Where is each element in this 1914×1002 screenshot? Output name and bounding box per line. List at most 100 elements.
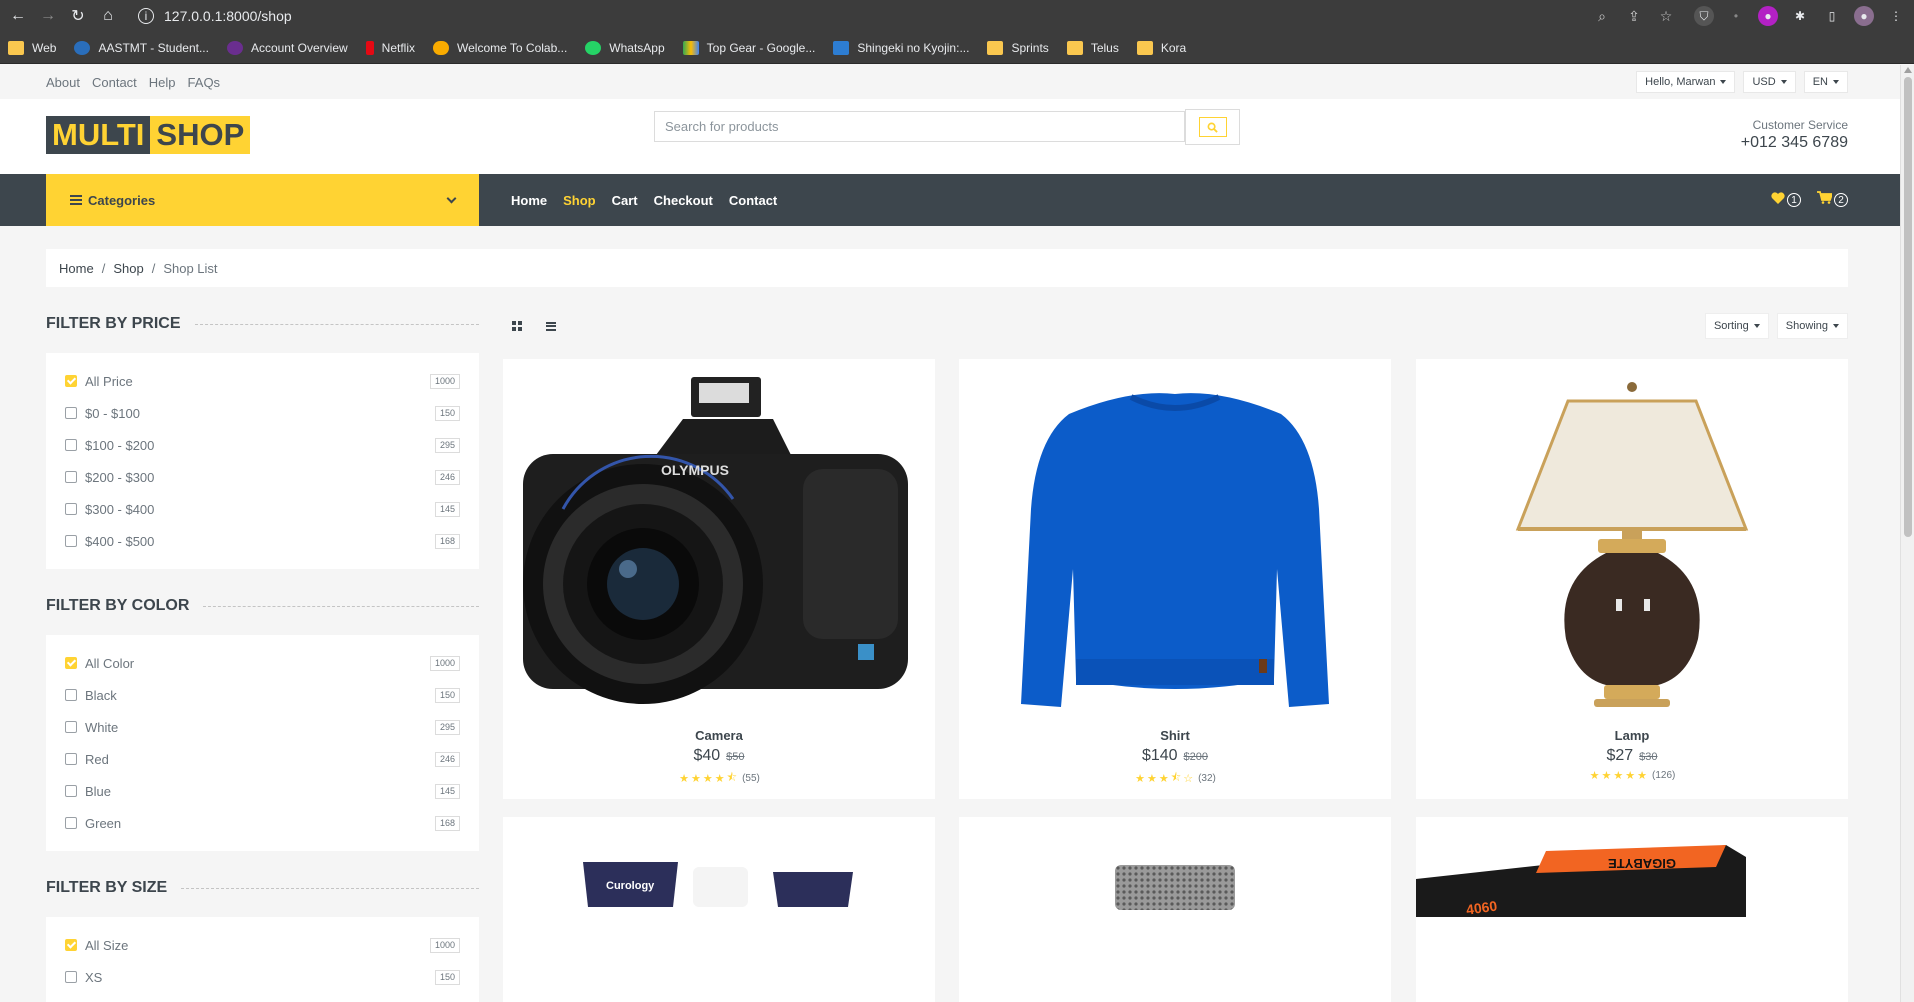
- account-dropdown[interactable]: Hello, Marwan: [1636, 71, 1736, 93]
- bookmark-aastmt[interactable]: AASTMT - Student...: [74, 40, 209, 55]
- product-image-camera[interactable]: OLYMPUS: [503, 359, 935, 719]
- size-option[interactable]: All Size 1000: [65, 929, 460, 961]
- breadcrumb-shop[interactable]: Shop: [113, 261, 143, 276]
- checkbox[interactable]: [65, 817, 77, 829]
- bookmark-shingeki[interactable]: Shingeki no Kyojin:...: [833, 40, 969, 55]
- price-option[interactable]: $0 - $100 150: [65, 397, 460, 429]
- side-panel-icon[interactable]: ▯: [1822, 6, 1842, 26]
- checkbox[interactable]: [65, 785, 77, 797]
- checkbox[interactable]: [65, 939, 77, 951]
- bookmark-kora[interactable]: Kora: [1136, 40, 1186, 55]
- search-button[interactable]: [1185, 109, 1240, 145]
- checkbox[interactable]: [65, 375, 77, 387]
- showing-dropdown[interactable]: Showing: [1776, 313, 1848, 339]
- checkbox[interactable]: [65, 657, 77, 669]
- price-option[interactable]: $100 - $200 295: [65, 429, 460, 461]
- bookmark-colab[interactable]: Welcome To Colab...: [433, 40, 567, 55]
- bookmark-topgear[interactable]: Top Gear - Google...: [682, 40, 815, 55]
- nav-home[interactable]: Home: [511, 193, 547, 208]
- product-name[interactable]: Shirt: [959, 728, 1391, 743]
- color-option[interactable]: Black 150: [65, 679, 460, 711]
- top-link-faqs[interactable]: FAQs: [188, 75, 221, 90]
- zoom-icon[interactable]: ⌕: [1594, 8, 1610, 24]
- site-info-icon[interactable]: i: [138, 8, 154, 24]
- scroll-up-icon[interactable]: [1904, 67, 1912, 73]
- language-dropdown[interactable]: EN: [1803, 71, 1848, 93]
- checkbox[interactable]: [65, 753, 77, 765]
- product-card[interactable]: Curology: [503, 817, 935, 1002]
- color-option[interactable]: White 295: [65, 711, 460, 743]
- nav-cart[interactable]: Cart: [612, 193, 638, 208]
- menu-kebab-icon[interactable]: ⋮: [1886, 6, 1906, 26]
- checkbox[interactable]: [65, 689, 77, 701]
- list-view-button[interactable]: [537, 313, 565, 339]
- sorting-dropdown[interactable]: Sorting: [1704, 313, 1769, 339]
- cart-button[interactable]: 2: [1817, 191, 1848, 209]
- color-option[interactable]: Red 246: [65, 743, 460, 775]
- top-link-help[interactable]: Help: [149, 75, 176, 90]
- checkbox[interactable]: [65, 471, 77, 483]
- page-scrollbar[interactable]: [1900, 65, 1914, 1002]
- search-input[interactable]: [654, 111, 1185, 142]
- top-link-contact[interactable]: Contact: [92, 75, 137, 90]
- product-card[interactable]: Lamp $27 $30 ★ ★ ★ ★ ★ (126): [1416, 359, 1848, 799]
- home-icon[interactable]: ⌂: [96, 4, 120, 28]
- product-image-item[interactable]: [959, 817, 1391, 1002]
- forward-icon[interactable]: →: [36, 4, 60, 28]
- bookmark-telus[interactable]: Telus: [1066, 40, 1119, 55]
- product-card[interactable]: GIGABYTE 4060: [1416, 817, 1848, 1002]
- bookmark-whatsapp[interactable]: WhatsApp: [585, 40, 665, 55]
- product-card[interactable]: [959, 817, 1391, 1002]
- share-icon[interactable]: ⇪: [1626, 8, 1642, 24]
- extensions-puzzle-icon[interactable]: ✱: [1790, 6, 1810, 26]
- price-option[interactable]: $300 - $400 145: [65, 493, 460, 525]
- product-image-lamp[interactable]: [1416, 359, 1848, 719]
- address-bar[interactable]: i 127.0.0.1:8000/shop: [138, 3, 1608, 29]
- bookmark-sprints[interactable]: Sprints: [987, 40, 1049, 55]
- product-image-shirt[interactable]: [959, 359, 1391, 719]
- categories-dropdown[interactable]: Categories: [46, 174, 479, 226]
- product-image-skincare[interactable]: Curology: [503, 817, 935, 1002]
- wishlist-button[interactable]: 1: [1771, 191, 1801, 209]
- bookmark-netflix[interactable]: Netflix: [365, 40, 415, 55]
- bookmark-web[interactable]: Web: [8, 40, 56, 55]
- top-link-about[interactable]: About: [46, 75, 80, 90]
- extension-dot-icon[interactable]: •: [1726, 6, 1746, 26]
- checkbox[interactable]: [65, 407, 77, 419]
- back-icon[interactable]: ←: [6, 4, 30, 28]
- bookmark-account[interactable]: Account Overview: [226, 40, 348, 55]
- product-card[interactable]: OLYMPUS Camera $40 $50 ★ ★ ★ ★ ⯪ (55): [503, 359, 935, 799]
- nav-shop[interactable]: Shop: [563, 193, 596, 208]
- color-option[interactable]: All Color 1000: [65, 647, 460, 679]
- color-option[interactable]: Blue 145: [65, 775, 460, 807]
- price-option[interactable]: $200 - $300 246: [65, 461, 460, 493]
- price-option[interactable]: All Price 1000: [65, 365, 460, 397]
- checkbox[interactable]: [65, 439, 77, 451]
- checkbox[interactable]: [65, 971, 77, 983]
- product-name[interactable]: Camera: [503, 728, 935, 743]
- bookmark-star-icon[interactable]: ☆: [1658, 8, 1674, 24]
- product-image-gpu-box[interactable]: GIGABYTE 4060: [1416, 817, 1848, 1002]
- grid-view-button[interactable]: [503, 313, 531, 339]
- profile-avatar-icon[interactable]: ●: [1854, 6, 1874, 26]
- checkbox[interactable]: [65, 535, 77, 547]
- nav-checkout[interactable]: Checkout: [654, 193, 713, 208]
- color-option[interactable]: Green 168: [65, 807, 460, 839]
- product-name[interactable]: Lamp: [1416, 728, 1848, 743]
- checkbox[interactable]: [65, 721, 77, 733]
- size-option[interactable]: XS 150: [65, 961, 460, 993]
- nav-contact[interactable]: Contact: [729, 193, 777, 208]
- extension-shield-icon[interactable]: ⛉: [1694, 6, 1714, 26]
- extension-purple-icon[interactable]: ●: [1758, 6, 1778, 26]
- breadcrumb-home[interactable]: Home: [59, 261, 94, 276]
- url-text: 127.0.0.1:8000/shop: [164, 8, 292, 24]
- caret-down-icon: [1780, 80, 1787, 84]
- product-card[interactable]: Shirt $140 $200 ★ ★ ★ ⯪ ☆ (32): [959, 359, 1391, 799]
- currency-dropdown[interactable]: USD: [1743, 71, 1796, 93]
- checkbox[interactable]: [65, 503, 77, 515]
- filter-color-title: Filter by color: [46, 591, 479, 621]
- scrollbar-thumb[interactable]: [1904, 77, 1912, 537]
- logo[interactable]: MULTI SHOP: [46, 116, 251, 154]
- price-option[interactable]: $400 - $500 168: [65, 525, 460, 557]
- reload-icon[interactable]: ↻: [66, 4, 90, 28]
